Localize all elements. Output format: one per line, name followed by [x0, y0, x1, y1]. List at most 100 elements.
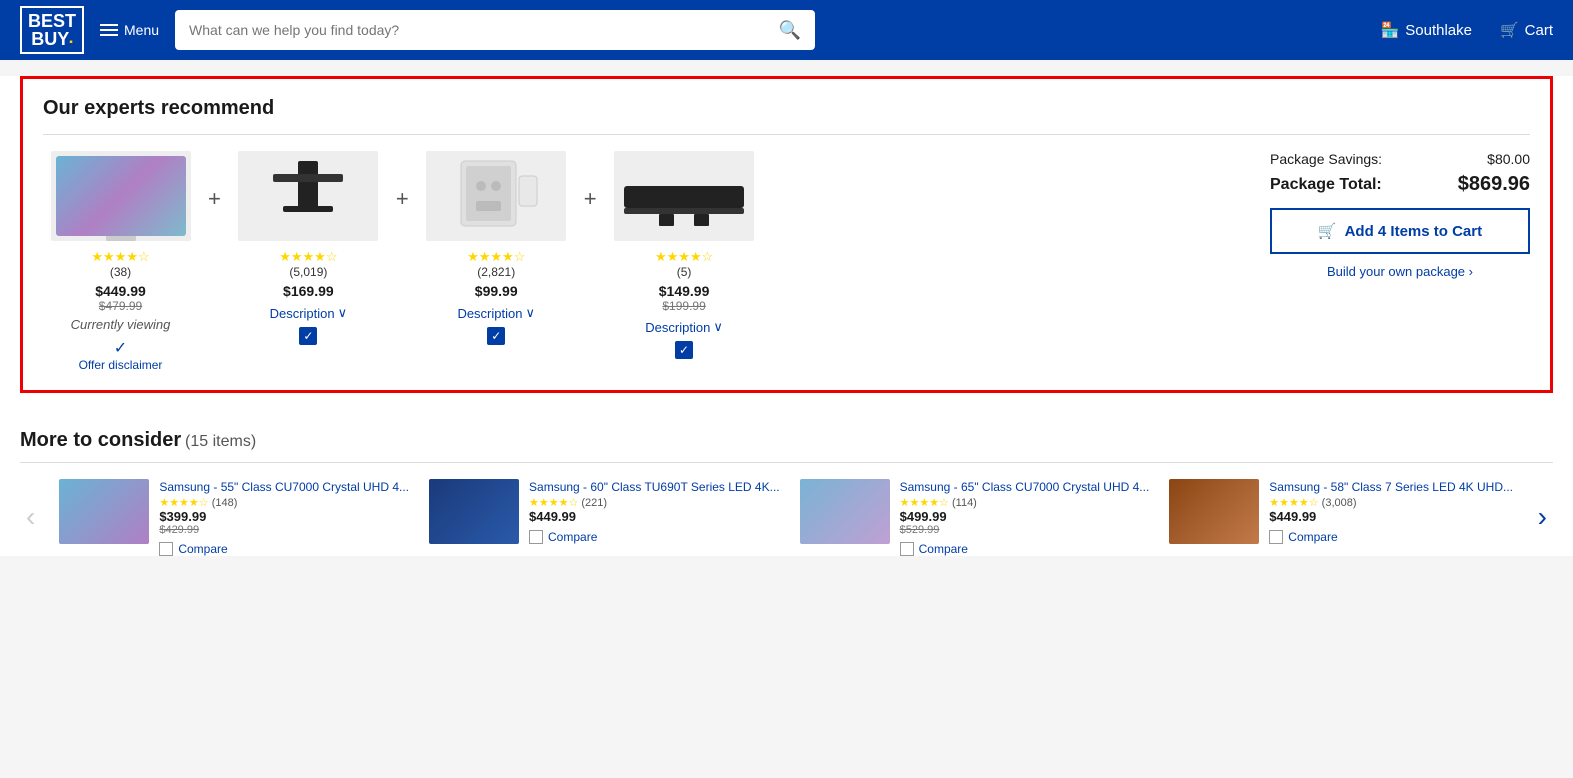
soundbar-visual — [619, 156, 749, 236]
plus-sign-1: + — [198, 186, 231, 212]
search-input[interactable] — [175, 22, 765, 38]
tv-checkmark: ✓ — [114, 338, 127, 358]
store-icon: 🏪 — [1381, 21, 1400, 39]
carousel-review-4: (3,008) — [1322, 497, 1357, 509]
cart-label: Cart — [1525, 22, 1553, 39]
menu-button[interactable]: Menu — [100, 22, 159, 38]
package-total-row: Package Total: $869.96 — [1270, 173, 1530, 196]
carousel-items: Samsung - 55" Class CU7000 Crystal UHD 4… — [49, 479, 1523, 556]
carousel-stars-1: ★★★★☆ (148) — [159, 496, 409, 509]
compare-row-1: Compare — [159, 542, 409, 556]
compare-label-1: Compare — [178, 542, 227, 556]
header-right: 🏪 Southlake 🛒 Cart — [1381, 21, 1553, 39]
soundbar-description-chevron: ∨ — [713, 319, 723, 335]
outlet-visual — [451, 156, 541, 236]
tv-price-current: $449.99 — [95, 283, 146, 299]
mount-stars: ★★★★☆ — [279, 249, 337, 265]
add-to-cart-button[interactable]: 🛒 Add 4 Items to Cart — [1270, 208, 1530, 254]
logo-text-line2: BUY▪ — [31, 30, 73, 48]
carousel-stars-3: ★★★★☆ (114) — [900, 496, 1150, 509]
carousel-price-sale-2: $449.99 — [529, 509, 780, 524]
logo-text-line1: BEST — [28, 12, 76, 30]
carousel-item-1: Samsung - 55" Class CU7000 Crystal UHD 4… — [49, 479, 419, 556]
more-count: (15 items) — [185, 433, 256, 450]
carousel-price-orig-1: $429.99 — [159, 524, 409, 536]
carousel-item-5: Samsung - 60" Class Series LED 4K UHD...… — [1523, 479, 1524, 556]
soundbar-price-old: $199.99 — [662, 299, 705, 313]
compare-checkbox-1[interactable] — [159, 542, 173, 556]
package-savings-label: Package Savings: — [1270, 151, 1382, 167]
soundbar-stars: ★★★★☆ — [655, 249, 713, 265]
header: BEST BUY▪ Menu 🔍 🏪 Southlake 🛒 Cart — [0, 0, 1573, 60]
carousel-thumb-2 — [429, 479, 519, 544]
compare-checkbox-2[interactable] — [529, 530, 543, 544]
plus-sign-3: + — [574, 186, 607, 212]
build-own-link[interactable]: Build your own package › — [1270, 264, 1530, 279]
package-total-value: $869.96 — [1458, 173, 1530, 196]
tv-stars: ★★★★☆ — [91, 249, 149, 265]
carousel-stars-4: ★★★★☆ (3,008) — [1269, 496, 1513, 509]
carousel-thumb-4 — [1169, 479, 1259, 544]
carousel-info-3: Samsung - 65" Class CU7000 Crystal UHD 4… — [900, 479, 1150, 556]
soundbar-description-link[interactable]: Description ∨ — [645, 319, 723, 335]
compare-row-3: Compare — [900, 542, 1150, 556]
compare-label-4: Compare — [1288, 530, 1337, 544]
soundbar-image — [614, 151, 754, 241]
best-buy-logo[interactable]: BEST BUY▪ — [20, 6, 84, 54]
menu-label: Menu — [124, 22, 159, 38]
carousel-review-3: (114) — [952, 497, 977, 509]
tv-visual — [56, 156, 186, 236]
carousel-item-4: Samsung - 58" Class 7 Series LED 4K UHD.… — [1159, 479, 1523, 556]
package-summary: Package Savings: $80.00 Package Total: $… — [1250, 151, 1530, 279]
mount-checkbox[interactable]: ✓ — [299, 327, 317, 345]
more-title: More to consider — [20, 429, 181, 451]
carousel-thumb-3 — [800, 479, 890, 544]
experts-title: Our experts recommend — [43, 97, 1530, 120]
product-item-mount: ★★★★☆ (5,019) $169.99 Description ∨ ✓ — [231, 151, 386, 345]
hamburger-icon — [100, 24, 118, 36]
outlet-description-label: Description — [457, 306, 522, 321]
outlet-description-chevron: ∨ — [525, 305, 535, 321]
search-button[interactable]: 🔍 — [765, 20, 815, 41]
carousel-prev-button[interactable]: ‹ — [20, 501, 41, 533]
compare-checkbox-3[interactable] — [900, 542, 914, 556]
mount-price: $169.99 — [283, 283, 334, 299]
store-label: Southlake — [1405, 22, 1472, 39]
carousel-info-2: Samsung - 60" Class TU690T Series LED 4K… — [529, 479, 780, 544]
main-content: Our experts recommend ★★★★☆ (38) $449.99… — [0, 76, 1573, 556]
carousel-item-3: Samsung - 65" Class CU7000 Crystal UHD 4… — [790, 479, 1160, 556]
cart-button[interactable]: 🛒 Cart — [1500, 21, 1553, 39]
more-title-row: More to consider (15 items) — [20, 429, 1553, 452]
carousel-info-1: Samsung - 55" Class CU7000 Crystal UHD 4… — [159, 479, 409, 556]
soundbar-review-count: (5) — [677, 265, 692, 279]
mount-visual — [263, 156, 353, 236]
outlet-price: $99.99 — [475, 283, 518, 299]
carousel-name-2[interactable]: Samsung - 60" Class TU690T Series LED 4K… — [529, 479, 780, 496]
currently-viewing-label: Currently viewing — [71, 317, 171, 332]
experts-section: Our experts recommend ★★★★☆ (38) $449.99… — [20, 76, 1553, 393]
carousel-next-button[interactable]: › — [1532, 501, 1553, 533]
more-divider — [20, 462, 1553, 463]
carousel-thumb-1 — [59, 479, 149, 544]
carousel-name-4[interactable]: Samsung - 58" Class 7 Series LED 4K UHD.… — [1269, 479, 1513, 496]
package-savings-row: Package Savings: $80.00 — [1270, 151, 1530, 167]
soundbar-price-current: $149.99 — [659, 283, 710, 299]
carousel-wrapper: ‹ Samsung - 55" Class CU7000 Crystal UHD… — [20, 479, 1553, 556]
compare-label-2: Compare — [548, 530, 597, 544]
product-item-tv: ★★★★☆ (38) $449.99 $479.99 Currently vie… — [43, 151, 198, 372]
outlet-description-link[interactable]: Description ∨ — [457, 305, 535, 321]
outlet-checkbox[interactable]: ✓ — [487, 327, 505, 345]
carousel-price-sale-4: $449.99 — [1269, 509, 1513, 524]
mount-description-chevron: ∨ — [338, 305, 348, 321]
compare-checkbox-4[interactable] — [1269, 530, 1283, 544]
carousel-name-1[interactable]: Samsung - 55" Class CU7000 Crystal UHD 4… — [159, 479, 409, 496]
product-item-outlet: ★★★★☆ (2,821) $99.99 Description ∨ ✓ — [419, 151, 574, 345]
carousel-item-2: Samsung - 60" Class TU690T Series LED 4K… — [419, 479, 790, 556]
more-section: More to consider (15 items) ‹ Samsung - … — [0, 409, 1573, 556]
soundbar-checkbox[interactable]: ✓ — [675, 341, 693, 359]
offer-disclaimer-link[interactable]: Offer disclaimer — [79, 358, 163, 372]
mount-description-link[interactable]: Description ∨ — [270, 305, 348, 321]
carousel-name-3[interactable]: Samsung - 65" Class CU7000 Crystal UHD 4… — [900, 479, 1150, 496]
store-picker[interactable]: 🏪 Southlake — [1381, 21, 1472, 39]
outlet-review-count: (2,821) — [477, 265, 515, 279]
